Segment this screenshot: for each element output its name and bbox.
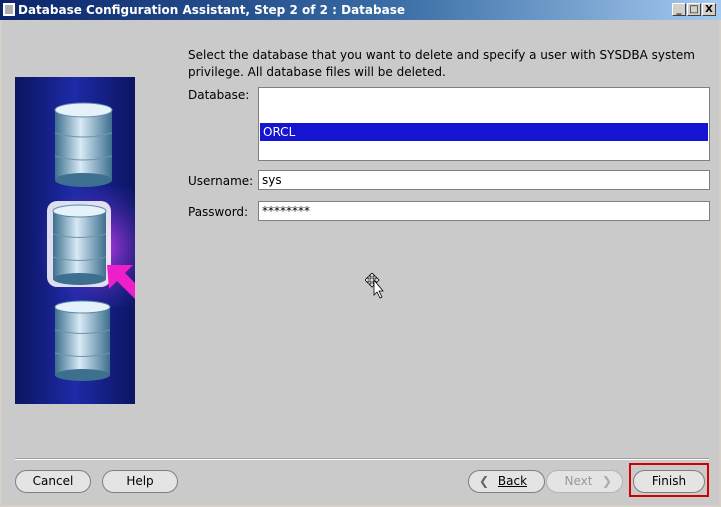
title-bar: Database Configuration Assistant, Step 2… xyxy=(0,0,721,20)
database-label: Database: xyxy=(188,88,250,102)
finish-button[interactable]: Finish xyxy=(633,470,705,493)
username-field[interactable]: sys xyxy=(258,170,710,190)
instructions-text: Select the database that you want to del… xyxy=(188,48,695,79)
window-title: Database Configuration Assistant, Step 2… xyxy=(18,3,405,17)
button-separator xyxy=(15,458,709,460)
next-button: Next ❯ xyxy=(546,470,623,493)
close-button[interactable]: X xyxy=(702,3,716,16)
database-list-item[interactable]: ORCL xyxy=(260,123,708,141)
help-button[interactable]: Help xyxy=(102,470,178,493)
app-icon xyxy=(3,3,15,16)
move-cursor-icon xyxy=(365,273,384,299)
database-cylinder-icon xyxy=(54,300,111,381)
back-button[interactable]: ❮ Back xyxy=(468,470,545,493)
password-label: Password: xyxy=(188,205,249,219)
password-field[interactable]: ******** xyxy=(258,201,710,221)
minimize-button[interactable]: _ xyxy=(672,3,686,16)
database-illustration xyxy=(15,77,135,404)
dialog-body: Select the database that you want to del… xyxy=(2,20,719,505)
database-cylinder-icon xyxy=(47,201,111,287)
database-cylinder-icon xyxy=(54,102,113,187)
cancel-button[interactable]: Cancel xyxy=(15,470,91,493)
database-listbox[interactable]: ORCL xyxy=(258,87,710,161)
left-arrow-icon: ❮ xyxy=(479,474,490,488)
maximize-button[interactable]: □ xyxy=(687,3,701,16)
back-label: Back xyxy=(497,474,528,488)
next-label: Next xyxy=(564,474,593,488)
right-arrow-icon: ❯ xyxy=(601,474,612,488)
username-label: Username: xyxy=(188,174,254,188)
